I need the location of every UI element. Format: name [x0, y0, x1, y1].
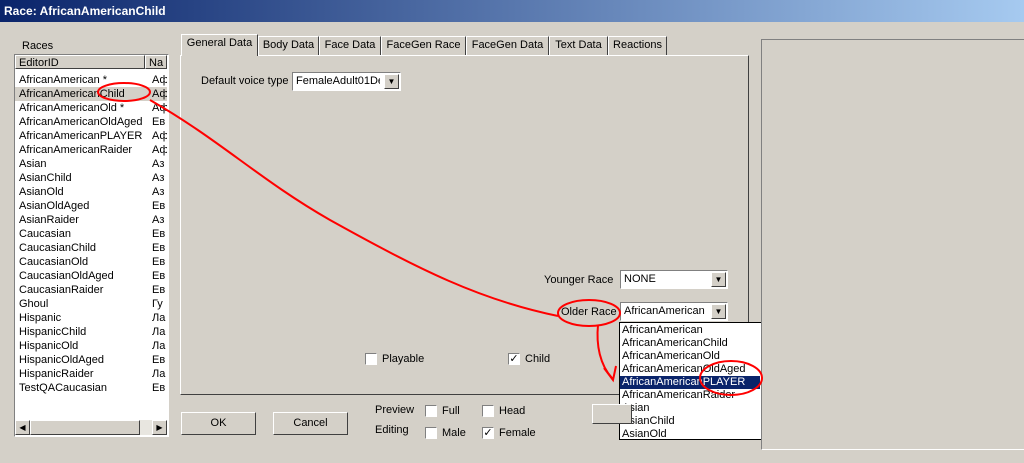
annotation-circle-child: [97, 82, 151, 102]
annotation-line: [149, 99, 559, 317]
annotation-circle-older-race: [557, 299, 621, 327]
tab-general-data[interactable]: General Data: [181, 34, 258, 56]
annotation-circle-player: [699, 360, 763, 396]
red-annotation-overlay: [97, 82, 763, 396]
